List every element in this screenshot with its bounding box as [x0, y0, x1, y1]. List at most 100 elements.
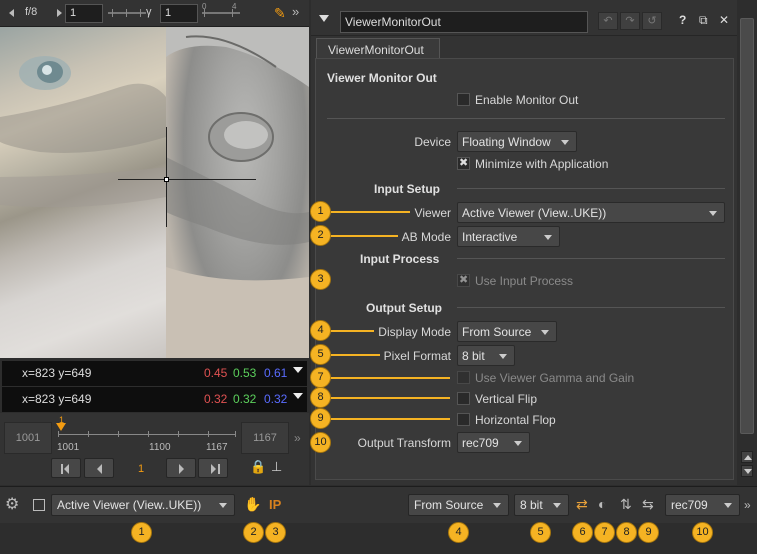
- pixel-coord-b: x=823 y=649: [22, 392, 92, 406]
- scroll-up-button[interactable]: [741, 451, 753, 463]
- timeline-ruler[interactable]: 1001 1100 1167 1: [56, 415, 236, 456]
- start-frame-field[interactable]: 1001: [4, 422, 52, 454]
- vertical-flip-icon[interactable]: ⇅: [620, 496, 632, 513]
- crosshair-center[interactable]: [164, 177, 169, 182]
- pixel-green-b: 0.32: [233, 392, 257, 406]
- play-forward-button[interactable]: [166, 458, 196, 478]
- bottom-display-mode-value: From Source: [414, 498, 484, 512]
- device-label: Device: [414, 135, 451, 149]
- vertical-flip-checkbox[interactable]: [457, 392, 470, 405]
- callout-3: 3: [310, 269, 331, 290]
- revert-button[interactable]: ↺: [642, 12, 662, 30]
- timeline-expand-icon[interactable]: »: [294, 431, 301, 445]
- bottom-viewer-dropdown[interactable]: Active Viewer (View..UKE)): [51, 494, 235, 516]
- end-frame-field[interactable]: 1167: [241, 422, 289, 454]
- color-picker-icon[interactable]: ✎: [274, 5, 286, 22]
- more-chevron-icon[interactable]: »: [744, 498, 751, 512]
- viewer-image-b: [166, 27, 309, 358]
- tab-viewer-monitor-out[interactable]: ViewerMonitorOut: [316, 38, 440, 60]
- section-input-process: Input Process: [360, 252, 440, 266]
- scrollbar-thumb[interactable]: [740, 18, 754, 434]
- vertical-flip-label: Vertical Flip: [475, 392, 538, 406]
- device-dropdown[interactable]: Floating Window: [457, 131, 577, 152]
- fstop-decrease-icon[interactable]: [9, 9, 14, 17]
- output-transform-dropdown[interactable]: rec709: [457, 432, 530, 453]
- callout-9: 9: [310, 408, 331, 429]
- gain-slider[interactable]: [108, 6, 146, 20]
- bottom-pixel-format-value: 8 bit: [520, 498, 543, 512]
- bottom-callout-5: 5: [530, 522, 551, 543]
- bottom-pixel-format-dropdown[interactable]: 8 bit: [514, 494, 569, 516]
- ruler-label-mid: 1100: [149, 442, 171, 453]
- pixel-blue-a: 0.61: [264, 366, 288, 380]
- float-panel-icon[interactable]: ⧉: [699, 13, 708, 28]
- timeline: 1001 1001 1100 1167 1 1167 » 1 🔒 ⊥: [0, 413, 309, 485]
- pixel-format-dropdown[interactable]: 8 bit: [457, 345, 515, 366]
- properties-scrollbar[interactable]: [738, 0, 757, 485]
- monitor-out-toggle-icon[interactable]: [33, 499, 45, 511]
- frame-range-icon[interactable]: ⊥: [271, 459, 282, 475]
- pixel-blue-b: 0.32: [264, 392, 288, 406]
- minimize-with-application-checkbox[interactable]: [457, 156, 470, 170]
- callout-7: 7: [310, 367, 331, 388]
- fstop-increase-icon[interactable]: [57, 9, 62, 17]
- horizontal-flop-icon[interactable]: ⇆: [642, 496, 654, 513]
- gamma-input[interactable]: 1: [160, 4, 198, 23]
- separator: [457, 188, 725, 189]
- jump-to-end-button[interactable]: [198, 458, 228, 478]
- face-render-graphic: [166, 27, 309, 358]
- use-viewer-gamma-gain-label: Use Viewer Gamma and Gain: [475, 371, 635, 385]
- bottom-callout-1: 1: [131, 522, 152, 543]
- bottom-display-mode-dropdown[interactable]: From Source: [408, 494, 509, 516]
- jump-to-start-button[interactable]: [51, 458, 81, 478]
- use-input-process-label: Use Input Process: [475, 274, 574, 288]
- use-input-process-checkbox[interactable]: [457, 273, 470, 287]
- pixel-info-b-dropdown-icon[interactable]: [293, 393, 303, 399]
- ab-mode-value: Interactive: [462, 230, 518, 244]
- callout-line: [330, 354, 380, 356]
- horizontal-flop-checkbox[interactable]: [457, 413, 470, 426]
- sync-icon[interactable]: ⇄: [576, 496, 588, 513]
- input-process-toggle[interactable]: IP: [269, 497, 281, 512]
- bottom-toolbar-row: ⚙ Active Viewer (View..UKE)) ✋ IP From S…: [0, 487, 757, 523]
- gamma-gain-icon[interactable]: ◐: [598, 496, 606, 512]
- help-icon[interactable]: ?: [679, 13, 686, 27]
- pixel-info-a-dropdown-icon[interactable]: [293, 367, 303, 373]
- fstop-label: f/8: [25, 6, 38, 18]
- viewer-dropdown[interactable]: Active Viewer (View..UKE)): [457, 202, 725, 223]
- callout-line: [330, 330, 374, 332]
- properties-header: ViewerMonitorOut ↶ ↷ ↺ ? ⧉ ✕: [311, 0, 737, 36]
- ab-mode-label: AB Mode: [401, 230, 451, 244]
- current-frame-field[interactable]: 1: [117, 458, 165, 480]
- expand-chevron-icon[interactable]: »: [292, 4, 299, 19]
- redo-button[interactable]: ↷: [620, 12, 640, 30]
- bottom-output-transform-dropdown[interactable]: rec709: [665, 494, 740, 516]
- collapse-node-icon[interactable]: [319, 15, 329, 22]
- ab-mode-icon[interactable]: ✋: [244, 496, 261, 513]
- enable-monitor-out-checkbox[interactable]: [457, 93, 470, 106]
- display-mode-dropdown[interactable]: From Source: [457, 321, 557, 342]
- timeline-cursor[interactable]: [56, 423, 66, 431]
- callout-10: 10: [310, 432, 331, 453]
- viewer-canvas[interactable]: [0, 27, 309, 358]
- section-input-setup: Input Setup: [374, 182, 440, 196]
- separator: [327, 118, 725, 119]
- gear-icon[interactable]: ⚙: [5, 494, 19, 514]
- minimize-with-application-label: Minimize with Application: [475, 157, 609, 171]
- pixel-red-b: 0.32: [204, 392, 228, 406]
- undo-button[interactable]: ↶: [598, 12, 618, 30]
- gain-input[interactable]: 1: [65, 4, 103, 23]
- scroll-down-button[interactable]: [741, 465, 753, 477]
- ab-mode-dropdown[interactable]: Interactive: [457, 226, 560, 247]
- enable-monitor-out-label: Enable Monitor Out: [475, 93, 579, 107]
- node-name-field[interactable]: ViewerMonitorOut: [340, 11, 588, 33]
- callout-line: [330, 418, 450, 420]
- bottom-callout-8: 8: [616, 522, 637, 543]
- close-panel-icon[interactable]: ✕: [719, 13, 729, 27]
- lock-icon[interactable]: 🔒: [250, 459, 266, 475]
- gamma-slider[interactable]: 0 4: [202, 2, 240, 20]
- pixel-red-a: 0.45: [204, 366, 228, 380]
- play-backward-button[interactable]: [84, 458, 114, 478]
- bottom-callout-4: 4: [448, 522, 469, 543]
- use-viewer-gamma-gain-checkbox[interactable]: [457, 371, 470, 384]
